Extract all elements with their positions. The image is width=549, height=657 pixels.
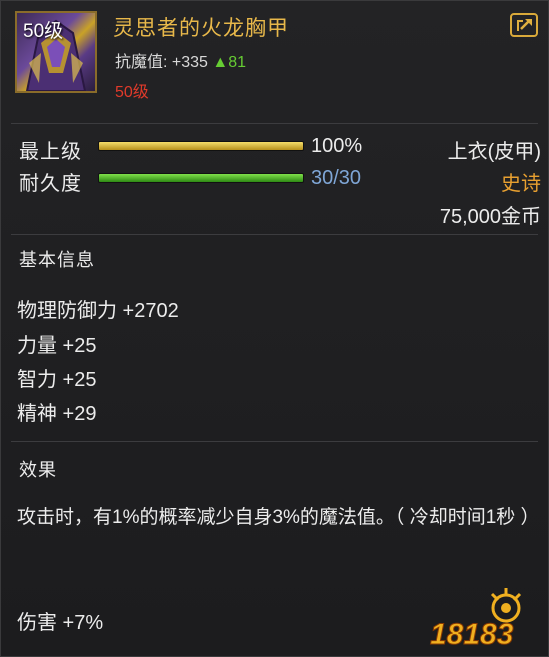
required-level: 50级 [115,84,149,101]
share-icon [517,19,532,31]
attribute-line: 力量 +25 [17,335,97,357]
basic-info-title: 基本信息 [19,250,95,270]
upgrade-label: 最上级 [19,141,82,163]
upgrade-bar-fill [99,142,303,150]
item-name: 灵思者的火龙胸甲 [113,17,289,40]
site-logo-text: 18183 [430,618,514,650]
attribute-line: 物理防御力 +2702 [17,300,179,322]
effect-title: 效果 [19,460,57,480]
magic-resist-label: 抗魔值: [115,54,168,71]
item-icon[interactable]: 50级 [15,11,97,93]
divider [11,441,538,442]
price-label: 75,000金币 [439,206,541,228]
divider [11,234,538,235]
magic-resist-value: +335 [171,54,208,71]
share-button[interactable] [510,13,538,37]
durability-bar-fill [99,174,303,182]
magic-resist-line: 抗魔值: +335 ▲81 [115,48,246,72]
effect-description: 攻击时，有1%的概率减少自身3%的魔法值。（ 冷却时间1秒 ） [17,507,540,528]
icon-level-label: 50级 [23,21,64,42]
damage-bonus: 伤害 +7% [17,612,104,634]
attribute-line: 精神 +29 [17,403,97,425]
slot-type: 上衣(皮甲) [447,141,541,163]
durability-value: 30/30 [311,167,362,189]
upgrade-value: 100% [311,135,363,157]
site-logo: 18183 [430,588,522,650]
durability-label: 耐久度 [19,173,82,195]
upgrade-bar [98,141,304,151]
divider [11,123,538,124]
item-tooltip: 50级 灵思者的火龙胸甲 抗魔值: +335 ▲81 50级 最上级 100% … [0,0,549,657]
magic-resist-gain: ▲81 [212,54,247,71]
rarity-label: 史诗 [501,173,541,195]
attribute-line: 智力 +25 [17,369,97,391]
durability-bar [98,173,304,183]
